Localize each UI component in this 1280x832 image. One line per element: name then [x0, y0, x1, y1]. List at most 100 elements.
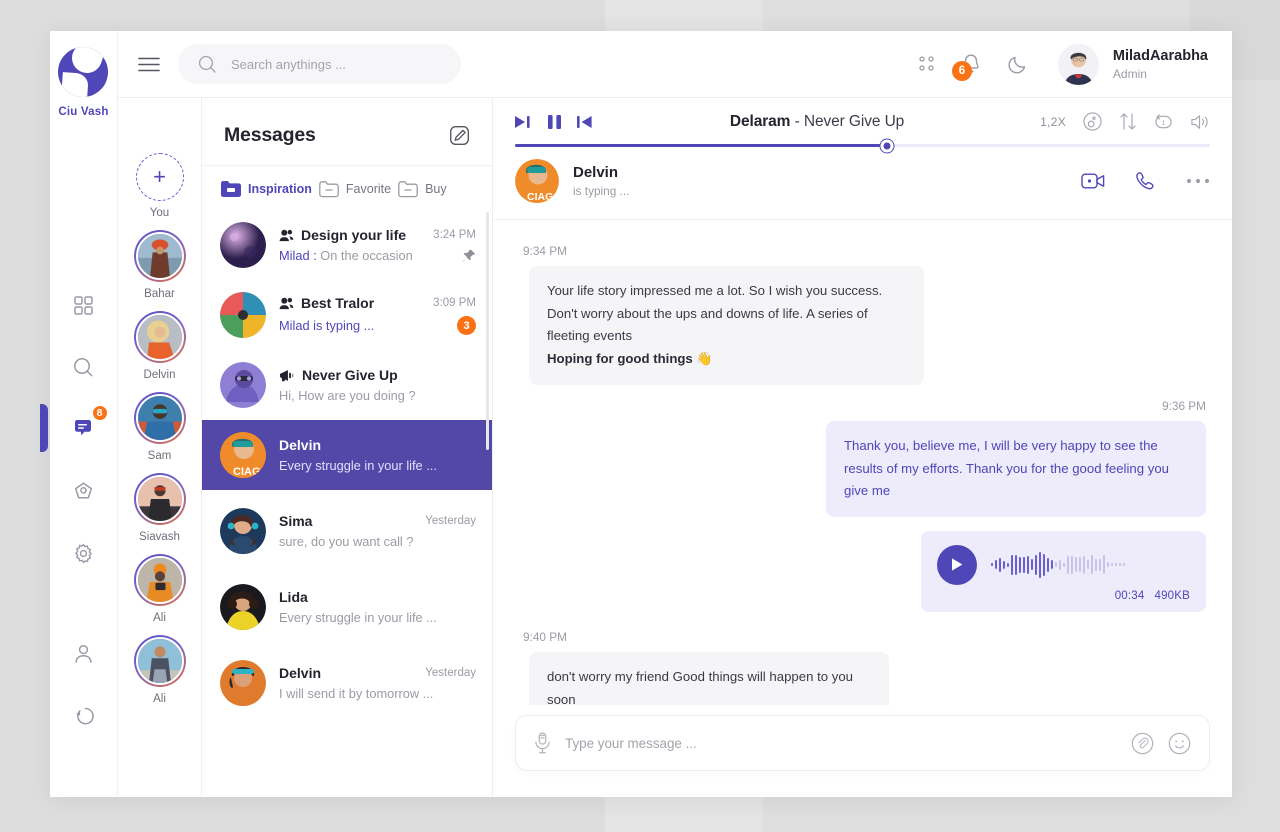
message-bubble-incoming: Your life story impressed me a lot. So I…: [529, 266, 924, 385]
chat-name: Never Give Up: [302, 367, 398, 383]
user-menu[interactable]: MiladAarabha Admin: [1057, 43, 1208, 85]
list-scrollbar[interactable]: [486, 212, 489, 450]
main-region: 6: [118, 31, 1232, 797]
video-call-button[interactable]: [1081, 171, 1105, 191]
messages-header: Messages: [202, 98, 492, 166]
player-artist: Delaram: [729, 112, 791, 130]
chat-name: Sima: [279, 513, 313, 529]
group-icon: [279, 297, 294, 309]
search-input[interactable]: [231, 56, 441, 72]
contact-item[interactable]: Ali: [133, 554, 186, 624]
message-text: Your life story impressed me a lot. So I…: [547, 283, 883, 344]
svg-text:CIAG: CIAG: [233, 466, 261, 478]
chat-bubble-icon: [74, 419, 91, 435]
sidebar-item-messages[interactable]: 8: [39, 404, 109, 452]
add-story-label: You: [149, 207, 170, 219]
menu-button[interactable]: [138, 57, 160, 72]
folder-tab-favorite[interactable]: Favorite: [318, 180, 391, 198]
repeat-one-button[interactable]: 1: [1154, 113, 1173, 131]
more-options-button[interactable]: [1186, 177, 1210, 185]
sidebar-item-search[interactable]: [67, 350, 101, 384]
plus-icon[interactable]: +: [135, 153, 184, 201]
avatar-ring: [133, 311, 186, 363]
contact-item[interactable]: Siavash: [133, 473, 186, 543]
pause-icon: [548, 114, 561, 129]
brand-name: Ciu Vash: [58, 106, 109, 118]
user-icon: [75, 644, 92, 663]
music-player: Delaram - Never Give Up 1,2X 1: [493, 98, 1232, 152]
chat-name: Best Tralor: [301, 295, 375, 311]
player-progress-knob[interactable]: [880, 139, 894, 152]
list-item[interactable]: Sima Yesterday sure, do you want call ?: [202, 490, 492, 566]
gear-icon: [75, 543, 92, 563]
sidebar-item-camera[interactable]: [67, 474, 101, 508]
sidebar-item-logout[interactable]: [67, 698, 101, 732]
theme-toggle-button[interactable]: [1007, 54, 1028, 75]
message-input[interactable]: [565, 735, 1117, 751]
smiley-icon: [1168, 732, 1191, 754]
topbar: 6: [118, 31, 1232, 98]
search-icon: [74, 357, 93, 376]
message-thread[interactable]: 9:34 PM Your life story impressed me a l…: [493, 220, 1232, 705]
avatar: [220, 292, 266, 338]
sidebar-item-dashboard[interactable]: [67, 288, 101, 322]
list-item[interactable]: Never Give Up Hi, How are you doing ?: [202, 350, 492, 420]
contact-item[interactable]: Delvin: [133, 311, 186, 381]
add-story-item[interactable]: + You: [135, 153, 184, 219]
voice-meta: 00:34 490KB: [937, 590, 1190, 602]
contact-name: Sam: [147, 450, 172, 462]
avatar: [220, 660, 266, 706]
message-bubble-outgoing: Thank you, believe me, I will be very ha…: [826, 420, 1206, 517]
notification-button[interactable]: 6: [951, 53, 981, 81]
sort-button[interactable]: [1119, 112, 1137, 131]
apps-grid-button[interactable]: [919, 56, 935, 72]
player-pause-button[interactable]: [548, 114, 561, 129]
folder-tab-buy[interactable]: Buy: [397, 180, 447, 198]
player-previous-button[interactable]: [577, 115, 594, 129]
contact-item[interactable]: Bahar: [133, 230, 186, 300]
avatar-ring: [133, 635, 186, 687]
composer-box[interactable]: [515, 715, 1210, 771]
search-box[interactable]: [178, 44, 461, 84]
sidebar-item-settings[interactable]: [67, 536, 101, 570]
chat-preview-sender: Milad :: [279, 248, 317, 263]
compose-button[interactable]: [449, 125, 470, 146]
chat-time: Yesterday: [425, 515, 476, 527]
player-play-next-button[interactable]: [515, 115, 532, 129]
list-item[interactable]: Delvin Yesterday I will send it by tomor…: [202, 642, 492, 718]
phone-call-button[interactable]: [1135, 171, 1156, 192]
chat-preview: sure, do you want call ?: [279, 534, 414, 549]
messages-badge: 8: [90, 404, 109, 422]
headphones-button[interactable]: [1083, 112, 1102, 131]
attachment-button[interactable]: [1131, 732, 1154, 755]
sidebar-item-profile[interactable]: [67, 636, 101, 670]
folder-filled-icon: [221, 181, 241, 197]
chat-preview: I will send it by tomorrow ...: [279, 686, 434, 701]
headphones-icon: [1083, 112, 1102, 131]
list-item[interactable]: Best Tralor 3:09 PM Milad is typing ... …: [202, 280, 492, 350]
volume-button[interactable]: [1190, 113, 1210, 131]
list-item[interactable]: Lida Every struggle in your life ...: [202, 566, 492, 642]
list-item[interactable]: Design your life 3:24 PM Milad : On the …: [202, 210, 492, 280]
play-icon: [952, 558, 963, 572]
peer-name: Delvin: [573, 164, 619, 181]
voice-message[interactable]: 00:34 490KB: [921, 530, 1206, 612]
voice-play-button[interactable]: [937, 544, 977, 585]
player-speed[interactable]: 1,2X: [1040, 115, 1066, 129]
avatar: [220, 584, 266, 630]
folder-tab-inspiration[interactable]: Inspiration: [220, 180, 312, 198]
contact-item[interactable]: Ali: [133, 635, 186, 705]
microphone-button[interactable]: [534, 732, 551, 754]
avatar: [220, 584, 266, 630]
rail-primary-icons: 8: [39, 288, 117, 570]
contact-item[interactable]: Sam: [133, 392, 186, 462]
emoji-button[interactable]: [1168, 732, 1191, 755]
chat-list[interactable]: Design your life 3:24 PM Milad : On the …: [202, 210, 492, 797]
page-title: Messages: [224, 124, 316, 146]
avatar: [220, 508, 266, 554]
avatar: CIAG: [515, 159, 559, 203]
player-progress-bar[interactable]: [515, 139, 1210, 152]
content-columns: + You Bahar Delvin Sam Siavash Ali Ali M…: [118, 98, 1232, 797]
avatar: [220, 292, 266, 338]
list-item-selected[interactable]: CIAG Delvin Every struggle in your life …: [202, 420, 492, 490]
